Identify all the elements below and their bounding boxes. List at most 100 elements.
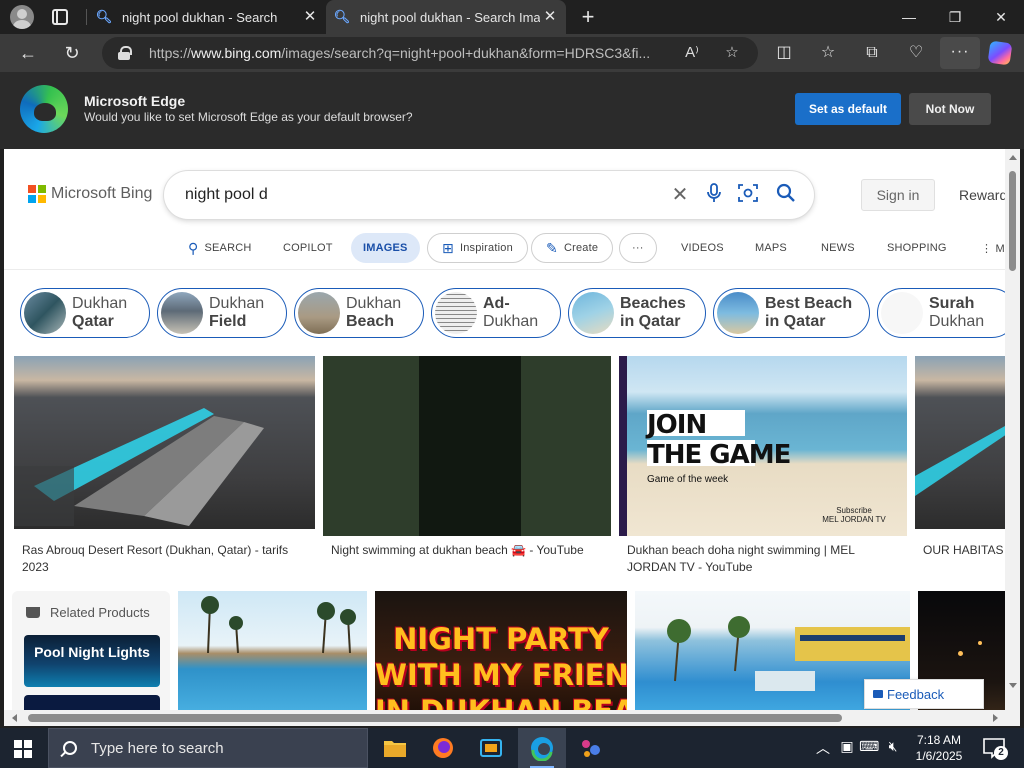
set-as-default-button[interactable]: Set as default: [795, 93, 901, 125]
tab-inspiration[interactable]: ⊞ Inspiration: [427, 233, 528, 263]
tab-title: night pool dukhan - Search: [122, 9, 278, 25]
file-explorer-icon[interactable]: [371, 728, 419, 768]
image-result-mel-jordan[interactable]: JOIN THE GAME Game of the week Subscribe…: [619, 356, 907, 536]
visual-search-icon[interactable]: [736, 183, 760, 207]
new-tab-icon[interactable]: +: [576, 5, 600, 29]
more-icon[interactable]: ···: [940, 37, 980, 69]
related-chip-best-beach-in-qatar[interactable]: Best Beach in Qatar: [713, 288, 870, 338]
result-caption[interactable]: Dukhan beach doha night swimming | MEL J…: [627, 542, 897, 576]
rewards-link[interactable]: Rewards: [959, 187, 1005, 203]
bing-logo-text: Microsoft Bing: [51, 185, 153, 202]
lock-icon[interactable]: [118, 46, 132, 60]
search-input[interactable]: night pool d: [185, 186, 268, 204]
tab-images[interactable]: 🔍︎ night pool dukhan - Search Images ✕: [326, 0, 566, 34]
tab-shopping[interactable]: SHOPPING: [887, 233, 947, 263]
volume-muted-icon[interactable]: 🔇︎: [883, 738, 903, 755]
tab-more[interactable]: ⋮ MORE: [981, 233, 1005, 263]
image-result-our-habitas[interactable]: [915, 356, 1005, 529]
related-chip-surah-dukhan[interactable]: Surah Dukhan: [877, 288, 1005, 338]
tab-images[interactable]: IMAGES: [351, 233, 420, 263]
favorites-icon[interactable]: ☆: [815, 40, 841, 66]
microphone-icon[interactable]: [702, 183, 726, 207]
result-caption[interactable]: OUR HABITAS RAS ABROUQ: 2024 Prices & Re…: [923, 542, 1005, 559]
tab-search[interactable]: 🔍︎ night pool dukhan - Search ✕: [88, 0, 326, 34]
tab-maps[interactable]: MAPS: [755, 233, 787, 263]
taskbar-search[interactable]: Type here to search: [48, 728, 368, 768]
chip-thumbnail: [24, 292, 66, 334]
chip-thumbnail: [572, 292, 614, 334]
scroll-up-icon[interactable]: [1009, 155, 1017, 160]
address-bar[interactable]: https://www.bing.com/images/search?q=nig…: [102, 37, 758, 69]
bing-logo[interactable]: Microsoft Bing: [28, 185, 152, 203]
keyboard-icon[interactable]: ⌨: [859, 738, 879, 755]
tab-videos[interactable]: VIDEOS: [681, 233, 724, 263]
related-chip-ad-dukhan[interactable]: Ad- Dukhan: [431, 288, 561, 338]
favorite-icon[interactable]: ☆: [722, 43, 742, 63]
tab-search[interactable]: ⚲ SEARCH: [188, 233, 252, 263]
clear-icon[interactable]: ✕: [668, 183, 692, 207]
result-caption[interactable]: Ras Abrouq Desert Resort (Dukhan, Qatar)…: [22, 542, 312, 576]
image-result-night-swimming[interactable]: [323, 356, 611, 536]
refresh-icon[interactable]: ↻: [59, 40, 85, 66]
search-box[interactable]: night pool d ✕: [164, 171, 814, 219]
image-result-pool-palms[interactable]: [178, 591, 367, 710]
divider: [4, 269, 1005, 270]
image-result-night-party[interactable]: NIGHT PARTY WITH MY FRIEN IN DUKHAN BEAC: [375, 591, 627, 710]
thumbnail-text: NIGHT PARTY WITH MY FRIEN IN DUKHAN BEAC: [375, 622, 627, 710]
scroll-thumb[interactable]: [1009, 171, 1016, 271]
chevron-up-icon[interactable]: ︿: [813, 738, 833, 758]
notifications-icon[interactable]: 2: [982, 736, 1008, 760]
close-tab-icon[interactable]: ✕: [542, 9, 558, 25]
image-result-ras-abrouq[interactable]: [14, 356, 315, 529]
back-icon[interactable]: ←: [15, 40, 41, 66]
page-viewport: Microsoft Bing night pool d ✕ Sign in Re…: [4, 149, 1005, 710]
vertical-scrollbar[interactable]: [1005, 149, 1020, 710]
related-chip-dukhan-beach[interactable]: Dukhan Beach: [294, 288, 424, 338]
tab-copilot[interactable]: COPILOT: [283, 233, 333, 263]
app-icon[interactable]: [467, 728, 515, 768]
product-card-pool-night-lights[interactable]: Pool Night Lights: [24, 635, 160, 687]
tab-actions-icon[interactable]: [52, 9, 68, 25]
close-tab-icon[interactable]: ✕: [302, 9, 318, 25]
firefox-icon[interactable]: [419, 728, 467, 768]
sign-in-button[interactable]: Sign in: [861, 179, 935, 211]
chip-thumbnail: [881, 292, 923, 334]
related-chip-dukhan-field[interactable]: Dukhan Field: [157, 288, 287, 338]
maximize-icon[interactable]: ❐: [932, 0, 978, 34]
related-chip-dukhan-qatar[interactable]: Dukhan Qatar: [20, 288, 150, 338]
network-icon[interactable]: ▣: [837, 738, 857, 755]
product-card[interactable]: [24, 695, 160, 710]
split-screen-icon[interactable]: ◫: [771, 40, 797, 66]
more-scopes-button[interactable]: ···: [619, 233, 657, 263]
horizontal-scrollbar[interactable]: [4, 710, 1020, 726]
read-aloud-icon[interactable]: A⁾: [682, 43, 702, 63]
bing-favicon-icon: 🔍︎: [333, 9, 351, 24]
minimize-icon[interactable]: —: [886, 0, 932, 34]
taskbar: Type here to search ︿ ▣ ⌨ 🔇︎ 7:18 AM 1/6…: [0, 728, 1024, 768]
edge-taskbar-icon[interactable]: [518, 728, 566, 768]
scroll-thumb[interactable]: [28, 714, 842, 722]
not-now-button[interactable]: Not Now: [909, 93, 991, 125]
taskbar-search-placeholder: Type here to search: [91, 739, 224, 757]
copilot-icon[interactable]: [987, 40, 1013, 66]
date: 1/6/2025: [915, 749, 963, 763]
related-products-header: Related Products: [26, 605, 150, 620]
result-caption[interactable]: Night swimming at dukhan beach 🚘 - YouTu…: [331, 542, 616, 559]
search-icon[interactable]: [774, 183, 798, 207]
chip-thumbnail: [717, 292, 759, 334]
related-chip-beaches-in-qatar[interactable]: Beaches in Qatar: [568, 288, 706, 338]
windows-start-icon[interactable]: [14, 740, 32, 758]
scroll-left-icon[interactable]: [12, 714, 17, 722]
close-window-icon[interactable]: ✕: [978, 0, 1024, 34]
tab-create[interactable]: ✎ Create: [531, 233, 614, 263]
feedback-button[interactable]: Feedback: [864, 679, 984, 709]
scroll-right-icon[interactable]: [993, 714, 998, 722]
taskbar-clock[interactable]: 7:18 AM 1/6/2025: [904, 732, 974, 764]
profile-icon[interactable]: [10, 5, 34, 29]
url-text[interactable]: https://www.bing.com/images/search?q=nig…: [149, 45, 669, 61]
collections-icon[interactable]: ⧉: [859, 40, 885, 66]
tab-news[interactable]: NEWS: [821, 233, 855, 263]
browser-essentials-icon[interactable]: ♡: [903, 40, 929, 66]
app-icon[interactable]: [567, 728, 615, 768]
scroll-down-icon[interactable]: [1009, 683, 1017, 688]
